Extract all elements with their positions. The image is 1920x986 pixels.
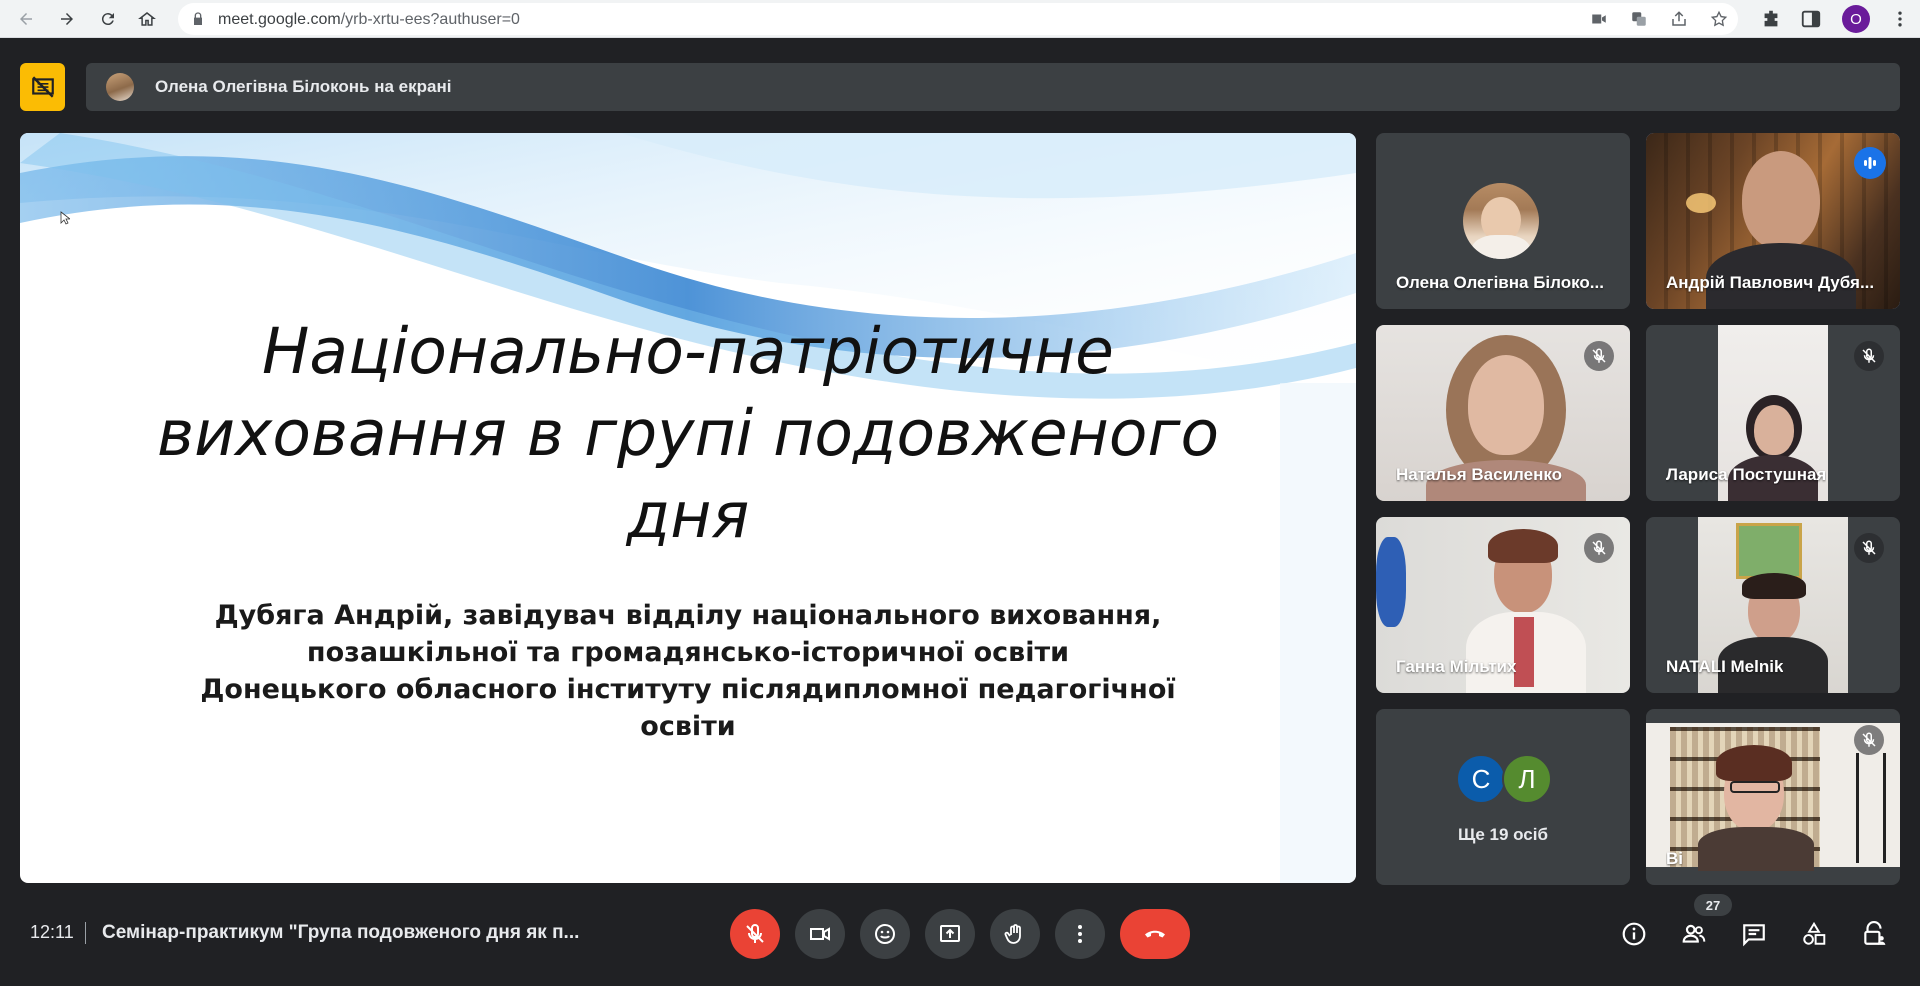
muted-indicator [1854,341,1884,371]
call-end-icon [1145,930,1165,938]
reactions-button[interactable] [860,909,910,959]
address-bar[interactable]: meet.google.com/yrb-xrtu-ees?authuser=0 [178,3,1738,35]
activities-button[interactable] [1796,916,1832,952]
video-camera-icon [810,927,830,941]
activities-shapes-icon [1803,921,1826,945]
presenting-banner: Олена Олегівна Білоконь на екрані [86,63,1900,111]
more-options-button[interactable] [1055,909,1105,959]
home-icon [138,12,156,26]
presenter-avatar [106,73,134,101]
lock-icon [194,12,202,25]
speaking-indicator [1854,147,1886,179]
info-icon [1622,922,1646,946]
participant-tile[interactable]: Ві [1646,709,1900,885]
initial-avatar: С [1456,754,1506,804]
participant-count-badge: 27 [1694,894,1732,916]
muted-indicator [1854,725,1884,755]
slide-title-line-1: Національно-патріотичне [262,315,1114,388]
muted-indicator [1854,533,1884,563]
slide-title-line-3: дня [626,479,750,552]
slide-subtitle-line-4: освіти [640,711,736,742]
camera-toggle-button[interactable] [795,909,845,959]
profile-avatar[interactable]: O [1842,5,1870,33]
participant-name: Ганна Мільтих [1396,657,1517,676]
participant-name: NATALI Melnik [1666,657,1784,676]
stop-presenting-button[interactable] [20,63,65,111]
participant-avatar [1463,183,1539,259]
reload-icon [101,13,114,26]
mouse-cursor-icon [60,211,70,225]
present-to-all-icon [940,925,960,942]
audio-level-icon [1864,157,1876,169]
present-screen-button[interactable] [925,909,975,959]
lock-person-icon [1864,921,1886,945]
chat-icon [1743,924,1765,947]
participant-name: Лариса Постушная [1666,465,1827,484]
mic-off-icon [1592,348,1606,363]
slide-subtitle-line-2: позашкільної та громадянсько-історичної … [306,637,1070,668]
clock: 12:11 [30,922,74,942]
hand-icon [1004,924,1021,944]
meeting-title: Семінар-практикум "Група подовженого дня… [102,922,580,943]
slide-subtitle-line-3: Донецького обласного інституту післядипл… [200,674,1176,705]
slide-subtitle-line-1: Дубяга Андрій, завідувач відділу націона… [214,600,1162,631]
participant-tile[interactable]: Лариса Постушная [1646,325,1900,501]
people-icon [1682,924,1706,943]
shared-screen: Національно-патріотичне виховання в груп… [20,133,1356,883]
arrow-right-icon [61,13,73,25]
divider [85,922,86,944]
participant-tile[interactable]: Ганна Мільтих [1376,517,1630,693]
people-button[interactable] [1676,916,1712,952]
meeting-details-button[interactable] [1616,916,1652,952]
side-panel-icon[interactable] [1800,8,1822,30]
arrow-left-icon [20,13,32,25]
back-button[interactable] [12,5,40,33]
host-controls-button[interactable] [1856,916,1892,952]
muted-indicator [1584,341,1614,371]
presenting-text: Олена Олегівна Білоконь на екрані [155,77,452,96]
more-vert-icon [1078,925,1082,943]
participant-tile[interactable]: Олена Олегівна Білоко... [1376,133,1630,309]
mic-off-icon [1592,540,1606,555]
participant-tile-speaking[interactable]: Андрій Павлович Дубя... [1646,133,1900,309]
participant-tile[interactable]: NATALI Melnik [1646,517,1900,693]
mic-off-icon [1862,348,1876,363]
mic-off-icon [746,923,764,943]
microphone-toggle-button[interactable] [730,909,780,959]
screen-off-icon [31,76,54,98]
bookmark-star-icon[interactable] [1710,10,1728,28]
url-text: meet.google.com/yrb-xrtu-ees?authuser=0 [218,11,520,28]
slide-title-line-2: виховання в групі подовженого [156,397,1220,470]
chat-button[interactable] [1736,916,1772,952]
participant-initials: С Л [1456,754,1552,804]
reload-button[interactable] [94,5,122,33]
participant-name: Андрій Павлович Дубя... [1666,273,1875,292]
browser-toolbar: meet.google.com/yrb-xrtu-ees?authuser=0 … [0,0,1920,38]
slide-subtitle: Дубяга Андрій, завідувач відділу націона… [20,597,1356,745]
chrome-menu-icon[interactable] [1890,8,1910,30]
leave-call-button[interactable] [1120,909,1190,959]
slide-title: Національно-патріотичне виховання в груп… [20,311,1356,557]
camera-icon[interactable] [1590,10,1608,28]
forward-button[interactable] [53,5,81,33]
participant-tile[interactable]: Наталья Василенко [1376,325,1630,501]
translate-icon[interactable] [1630,10,1648,28]
more-participants-label: Ще 19 осіб [1458,825,1548,844]
participant-name: Олена Олегівна Білоко... [1396,273,1604,292]
mic-off-icon [1862,540,1876,555]
mic-off-icon [1862,732,1876,747]
participant-name: Наталья Василенко [1396,465,1563,484]
share-icon[interactable] [1670,10,1688,28]
initial-avatar: Л [1502,754,1552,804]
participant-name: Ві [1666,849,1683,868]
more-participants-tile[interactable]: С Л Ще 19 осіб [1376,709,1630,885]
muted-indicator [1584,533,1614,563]
extensions-puzzle-icon[interactable] [1760,8,1782,30]
emoji-icon [875,924,895,944]
home-button[interactable] [133,5,161,33]
raise-hand-button[interactable] [990,909,1040,959]
